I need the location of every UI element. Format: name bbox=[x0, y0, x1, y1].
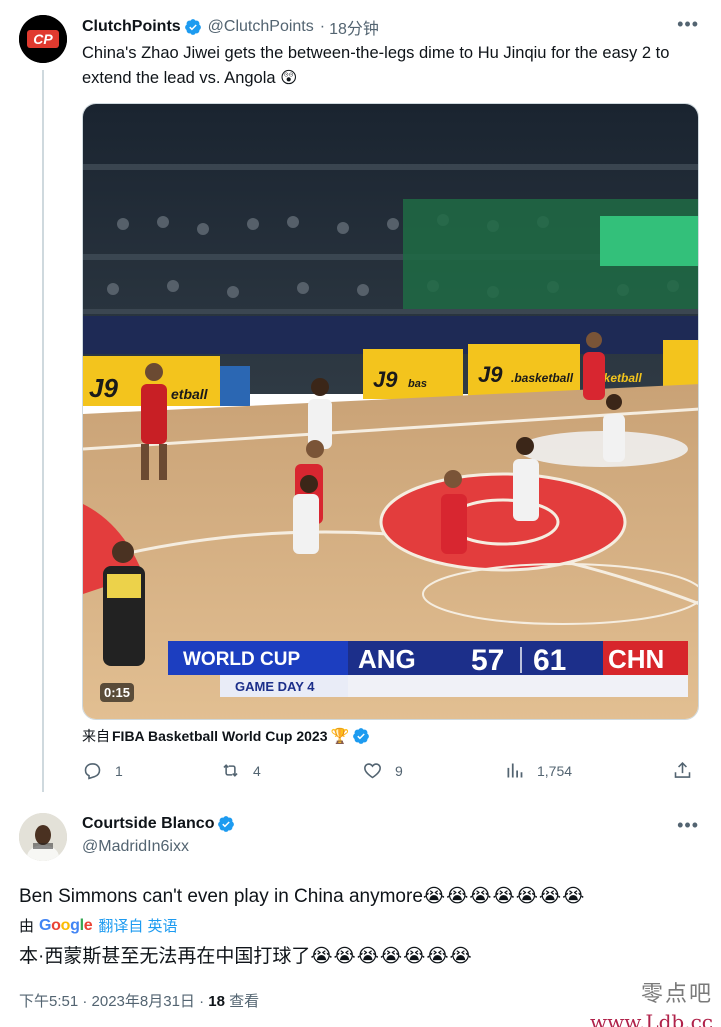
views-count: 1,754 bbox=[537, 762, 573, 779]
reply-author-handle[interactable]: @MadridIn6ixx bbox=[82, 838, 189, 856]
retweet-count: 4 bbox=[253, 762, 261, 779]
reply-count: 1 bbox=[115, 762, 123, 779]
reply-button[interactable]: 1 bbox=[82, 760, 123, 781]
avatar[interactable]: CP bbox=[19, 15, 67, 63]
ad-board-left-suffix: etball bbox=[171, 386, 209, 402]
separator-dot: · bbox=[319, 18, 326, 35]
more-icon[interactable]: ••• bbox=[677, 14, 699, 35]
retweet-icon bbox=[223, 764, 238, 777]
source-name[interactable]: FIBA Basketball World Cup 2023 bbox=[112, 728, 328, 744]
video-duration: 0:15 bbox=[100, 683, 135, 702]
avatar-photo bbox=[19, 813, 67, 861]
ad-board-right: J9 bbox=[478, 362, 503, 387]
share-icon bbox=[674, 761, 691, 778]
more-icon[interactable]: ••• bbox=[677, 815, 699, 836]
views-button[interactable]: 1,754 bbox=[504, 760, 572, 781]
translate-prefix: 由 bbox=[19, 918, 35, 935]
clutchpoints-logo-icon: CP bbox=[19, 15, 67, 63]
tweet-time[interactable]: 18分钟 bbox=[329, 15, 379, 39]
author-name[interactable]: ClutchPoints bbox=[82, 18, 181, 36]
ad-board-center-suffix: bas bbox=[408, 378, 427, 390]
tweet-header: ClutchPoints @ClutchPoints · 18分钟 bbox=[82, 16, 379, 38]
author-handle[interactable]: @ClutchPoints bbox=[208, 18, 314, 36]
tweet-actions: 1 4 9 1,754 bbox=[82, 760, 702, 786]
verified-badge-icon bbox=[184, 19, 201, 35]
scoreboard-score-b: 61 bbox=[533, 644, 566, 677]
translated-text-body: 本·西蒙斯甚至无法再在中国打球了 bbox=[19, 946, 311, 967]
crying-emoji-icon: 😭😭😭😭😭😭😭 bbox=[422, 886, 586, 907]
google-logo: Google bbox=[39, 916, 93, 934]
avatar[interactable] bbox=[19, 813, 67, 861]
scoreboard-event: WORLD CUP bbox=[183, 649, 300, 670]
like-button[interactable]: 9 bbox=[362, 760, 403, 781]
ad-board-left: J9 bbox=[89, 373, 118, 403]
separator-dot: · bbox=[199, 993, 209, 1010]
svg-text:CP: CP bbox=[33, 31, 53, 47]
watermark: 零点吧 www.Ldb.cc bbox=[590, 976, 713, 1027]
translate-link[interactable]: 翻译自 英语 bbox=[98, 915, 177, 936]
video-player[interactable]: J9 etball J9 bas J9 .basketball basketba… bbox=[82, 103, 699, 720]
trophy-icon: 🏆 bbox=[330, 728, 350, 745]
watermark-url: www.Ldb.cc bbox=[590, 1010, 713, 1027]
watermark-title: 零点吧 bbox=[640, 982, 713, 1007]
reply-text-body: Ben Simmons can't even play in China any… bbox=[19, 886, 423, 907]
reply-header: Courtside Blanco bbox=[82, 815, 235, 833]
ad-board-right-suffix: .basketball bbox=[511, 371, 574, 385]
views-chart-icon bbox=[507, 763, 523, 778]
retweet-button[interactable]: 4 bbox=[220, 760, 261, 781]
reply-icon bbox=[84, 763, 101, 780]
reply-text: Ben Simmons can't even play in China any… bbox=[19, 884, 585, 910]
tweet-clutchpoints[interactable]: CP ClutchPoints @ClutchPoints · 18分钟 •••… bbox=[0, 0, 721, 800]
translation-attribution: 由 Google 翻译自 英语 bbox=[19, 915, 178, 936]
basketball-video-frame: J9 etball J9 bas J9 .basketball basketba… bbox=[83, 104, 698, 719]
crying-emoji-icon: 😭😭😭😭😭😭😭 bbox=[310, 946, 473, 967]
reply-views-count: 18 bbox=[208, 993, 225, 1010]
tweet-text: China's Zhao Jiwei gets the between-the-… bbox=[82, 44, 670, 87]
thread-line bbox=[42, 70, 44, 792]
translated-text: 本·西蒙斯甚至无法再在中国打球了😭😭😭😭😭😭😭 bbox=[19, 944, 473, 970]
source-prefix: 来自 bbox=[82, 728, 110, 744]
scoreboard-subtitle: GAME DAY 4 bbox=[235, 679, 315, 694]
scoreboard-score-a: 57 bbox=[471, 644, 504, 677]
media-source[interactable]: 来自 FIBA Basketball World Cup 2023 🏆 bbox=[82, 726, 370, 746]
reply-time[interactable]: 下午5:51 · 2023年8月31日 bbox=[19, 993, 195, 1010]
reply-views-label: 查看 bbox=[229, 993, 260, 1010]
share-button[interactable] bbox=[672, 760, 705, 781]
verified-badge-icon bbox=[353, 728, 370, 744]
ad-board-center: J9 bbox=[373, 367, 398, 392]
like-count: 9 bbox=[395, 762, 403, 779]
reply-meta: 下午5:51 · 2023年8月31日 · 18 查看 bbox=[19, 990, 259, 1011]
reply-author-name[interactable]: Courtside Blanco bbox=[82, 815, 214, 833]
scoreboard-team-a: ANG bbox=[358, 644, 416, 674]
scoreboard-team-b: CHN bbox=[608, 644, 664, 674]
verified-badge-icon bbox=[218, 816, 235, 832]
heart-icon bbox=[364, 763, 381, 779]
